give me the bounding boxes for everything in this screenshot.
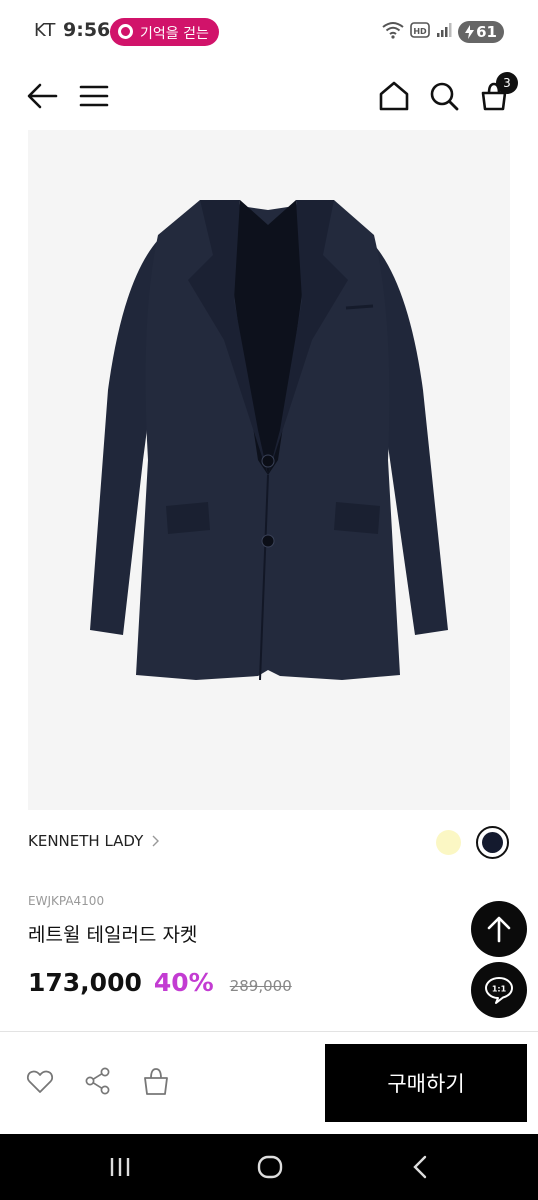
wishlist-button[interactable] — [25, 1066, 55, 1096]
back-arrow-icon — [27, 83, 58, 109]
menu-icon — [79, 85, 109, 107]
share-icon — [85, 1067, 110, 1095]
home-icon — [379, 81, 409, 111]
carrier-label: KT — [34, 20, 56, 41]
product-code: EWJKPA4100 — [28, 894, 105, 908]
jacket-image — [90, 200, 448, 681]
chat-label: 1:1 — [492, 985, 507, 994]
arrow-up-icon — [487, 916, 511, 943]
product-name: 레트윌 테일러드 자켓 — [28, 924, 198, 946]
charging-icon — [465, 25, 475, 39]
battery-indicator: 61 — [458, 21, 504, 43]
nav-back-icon — [413, 1155, 427, 1179]
recent-apps-button[interactable] — [102, 1152, 138, 1182]
hd-icon: HD — [410, 22, 430, 42]
color-swatch-navy[interactable] — [476, 826, 509, 859]
system-nav-bar — [0, 1134, 538, 1200]
cart-button[interactable]: 3 — [476, 72, 518, 114]
hd-label: HD — [413, 27, 427, 36]
status-icons: HD 61 — [382, 20, 504, 44]
price-row: 173,000 40% 289,000 — [28, 968, 292, 997]
color-swatch-yellow[interactable] — [432, 826, 465, 859]
search-button[interactable] — [426, 78, 462, 114]
discount-rate: 40% — [153, 968, 214, 997]
home-circle-icon — [257, 1155, 283, 1179]
shopping-bag-icon — [144, 1068, 168, 1095]
chevron-right-icon — [152, 835, 160, 847]
status-bar: KT 9:56 기억을 걷는 HD 61 — [0, 0, 538, 64]
system-home-button[interactable] — [252, 1152, 288, 1182]
brand-name: KENNETH LADY — [28, 832, 144, 850]
chat-button[interactable]: 1:1 — [471, 962, 527, 1018]
buy-button[interactable]: 구매하기 — [325, 1044, 527, 1122]
status-time: 9:56 — [63, 19, 111, 41]
chat-icon: 1:1 — [485, 977, 513, 1004]
product-image[interactable] — [28, 130, 510, 810]
brand-row: KENNETH LADY — [28, 820, 510, 864]
recent-apps-icon — [110, 1158, 130, 1176]
action-bar: 구매하기 — [0, 1032, 538, 1132]
add-to-cart-button[interactable] — [141, 1066, 171, 1096]
sale-price: 173,000 — [28, 968, 142, 997]
scroll-top-button[interactable] — [471, 901, 527, 957]
signal-icon — [436, 22, 452, 42]
home-button[interactable] — [376, 78, 412, 114]
battery-level: 61 — [476, 23, 497, 41]
original-price: 289,000 — [229, 977, 292, 995]
app-header: 3 — [0, 64, 538, 128]
cart-count-badge: 3 — [496, 72, 518, 94]
back-button[interactable] — [24, 78, 60, 114]
system-back-button[interactable] — [402, 1152, 438, 1182]
search-icon — [430, 82, 459, 111]
notification-pill[interactable]: 기억을 걷는 — [110, 18, 219, 46]
menu-button[interactable] — [76, 78, 112, 114]
brand-link[interactable]: KENNETH LADY — [28, 832, 160, 850]
heart-icon — [26, 1070, 54, 1093]
share-button[interactable] — [83, 1066, 113, 1096]
notification-text: 기억을 걷는 — [140, 26, 209, 42]
wifi-icon — [382, 21, 404, 43]
app-logo-icon — [118, 24, 133, 39]
